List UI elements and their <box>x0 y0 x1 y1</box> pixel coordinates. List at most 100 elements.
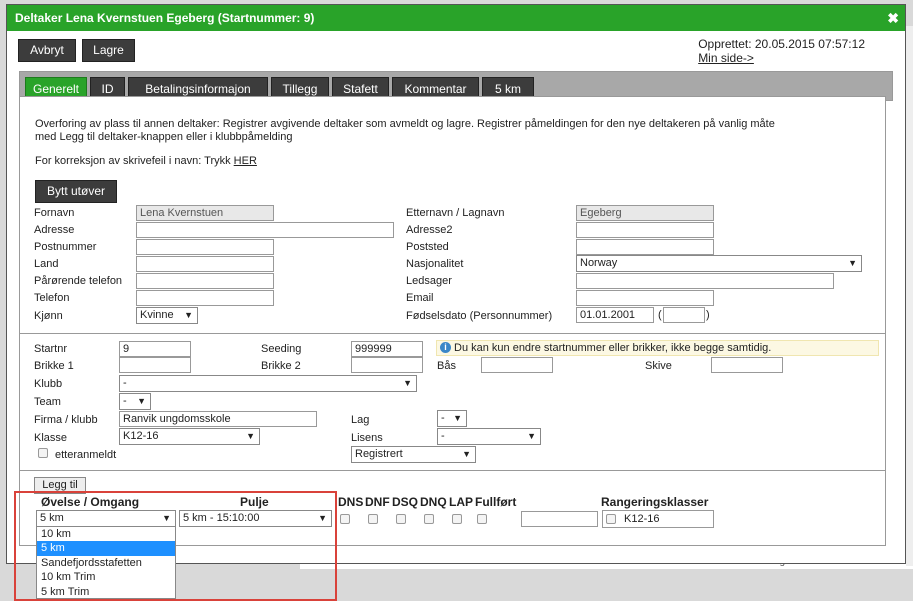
skive-label: Skive <box>645 360 672 372</box>
nasjonalitet-value: Norway <box>580 257 618 269</box>
adresse-label: Adresse <box>34 224 75 236</box>
seeding-field[interactable]: 999999 <box>351 341 423 357</box>
land-label: Land <box>34 258 59 270</box>
transfer-instructions-line2: med Legg til deltaker-knappen eller i kl… <box>35 131 293 143</box>
lag-select[interactable]: - ▼ <box>437 410 467 427</box>
info-icon: i <box>440 342 451 353</box>
firma-field[interactable]: Ranvik ungdomsskole <box>119 411 317 427</box>
chevron-down-icon: ▼ <box>403 378 412 388</box>
dnf-checkbox[interactable] <box>368 514 378 524</box>
kjonn-value: Kvinne <box>140 309 174 321</box>
email-label: Email <box>406 292 434 304</box>
swap-athlete-button[interactable]: Bytt utøver <box>35 180 117 203</box>
brikke2-label: Brikke 2 <box>261 360 301 372</box>
status-select[interactable]: Registrert ▼ <box>351 446 476 463</box>
kjonn-select[interactable]: Kvinne ▼ <box>136 307 198 324</box>
brikke2-field[interactable] <box>351 357 423 373</box>
postnummer-field[interactable] <box>136 239 274 255</box>
lap-checkbox[interactable] <box>452 514 462 524</box>
lisens-select[interactable]: - ▼ <box>437 428 541 445</box>
info-notice: i Du kan kun endre startnummer eller brik… <box>436 340 879 356</box>
lap-header: LAP <box>449 495 473 509</box>
etteranmeldt-checkbox[interactable] <box>38 448 48 458</box>
poststed-label: Poststed <box>406 241 449 253</box>
personnr-close-paren: ) <box>706 309 710 321</box>
team-label: Team <box>34 396 61 408</box>
dns-checkbox[interactable] <box>340 514 350 524</box>
save-button[interactable]: Lagre <box>82 39 135 62</box>
skive-field[interactable] <box>711 357 783 373</box>
nasjonalitet-select[interactable]: Norway ▼ <box>576 255 862 272</box>
dnq-header: DNQ <box>420 495 447 509</box>
team-value: - <box>123 395 127 407</box>
status-value: Registrert <box>355 448 403 460</box>
transfer-instructions-line1: Overforing av plass til annen deltaker: … <box>35 118 775 130</box>
fullfort-header: Fullført <box>475 495 517 509</box>
lisens-label: Lisens <box>351 432 383 444</box>
created-timestamp: Opprettet: 20.05.2015 07:57:12 <box>698 37 865 51</box>
dnq-checkbox[interactable] <box>424 514 434 524</box>
bas-field[interactable] <box>481 357 553 373</box>
team-select[interactable]: - ▼ <box>119 393 151 410</box>
chevron-down-icon: ▼ <box>246 431 255 441</box>
klasse-value: K12-16 <box>123 430 159 442</box>
brikke1-field[interactable] <box>119 357 191 373</box>
postnummer-label: Postnummer <box>34 241 97 253</box>
rangering-checkbox[interactable] <box>606 514 616 524</box>
etternavn-field[interactable]: Egeberg <box>576 205 714 221</box>
personnr-open-paren: ( <box>658 309 662 321</box>
klasse-label: Klasse <box>34 432 68 444</box>
adresse2-field[interactable] <box>576 222 714 238</box>
nasjonalitet-label: Nasjonalitet <box>406 258 464 270</box>
rangering-box: K12-16 <box>602 510 714 528</box>
fullfort-time-field[interactable] <box>521 511 598 527</box>
startnr-label: Startnr <box>34 343 68 355</box>
startnr-field[interactable]: 9 <box>119 341 191 357</box>
info-text: Du kan kun endre startnummer eller brikk… <box>454 342 772 354</box>
dnf-header: DNF <box>365 495 390 509</box>
fodselsdato-field[interactable]: 01.01.2001 <box>576 307 654 323</box>
email-field[interactable] <box>576 290 714 306</box>
here-link[interactable]: HER <box>234 155 257 167</box>
ledsager-label: Ledsager <box>406 275 452 287</box>
dsq-checkbox[interactable] <box>396 514 406 524</box>
chevron-down-icon: ▼ <box>137 396 146 406</box>
klubb-value: - <box>123 377 127 389</box>
etteranmeldt-label: etteranmeldt <box>55 449 117 461</box>
klubb-label: Klubb <box>34 378 63 390</box>
close-icon[interactable]: ✖ <box>887 5 899 31</box>
fullfort-checkbox[interactable] <box>477 514 487 524</box>
parorende-field[interactable] <box>136 273 274 289</box>
klubb-select[interactable]: - ▼ <box>119 375 417 392</box>
scrollbar[interactable] <box>906 26 913 566</box>
correction-label: For korreksjon av skrivefeil i navn: Try… <box>35 155 234 167</box>
highlight-annotation-box <box>14 491 337 601</box>
parorende-label: Pårørende telefon <box>34 275 123 287</box>
ledsager-field[interactable] <box>576 273 834 289</box>
fodselsdato-label: Fødselsdato (Personnummer) <box>406 310 553 322</box>
rangering-header: Rangeringsklasser <box>601 495 709 509</box>
rangering-value: K12-16 <box>624 513 660 525</box>
chevron-down-icon: ▼ <box>527 431 536 441</box>
section-divider <box>19 470 886 471</box>
correction-text: For korreksjon av skrivefeil i navn: Try… <box>35 155 257 167</box>
telefon-label: Telefon <box>34 292 70 304</box>
lag-label: Lag <box>351 414 370 426</box>
dns-header: DNS <box>338 495 364 509</box>
etternavn-label: Etternavn / Lagnavn <box>406 207 505 219</box>
kjonn-label: Kjønn <box>34 310 63 322</box>
cancel-button[interactable]: Avbryt <box>18 39 76 62</box>
seeding-label: Seeding <box>261 343 302 355</box>
lag-value: - <box>441 412 445 424</box>
adresse2-label: Adresse2 <box>406 224 453 236</box>
klasse-select[interactable]: K12-16 ▼ <box>119 428 260 445</box>
poststed-field[interactable] <box>576 239 714 255</box>
personnummer-field[interactable] <box>663 307 705 323</box>
land-field[interactable] <box>136 256 274 272</box>
brikke1-label: Brikke 1 <box>34 360 74 372</box>
dsq-header: DSQ <box>392 495 419 509</box>
my-page-link[interactable]: Min side-> <box>698 51 754 65</box>
fornavn-field[interactable]: Lena Kvernstuen <box>136 205 274 221</box>
telefon-field[interactable] <box>136 290 274 306</box>
adresse-field[interactable] <box>136 222 394 238</box>
